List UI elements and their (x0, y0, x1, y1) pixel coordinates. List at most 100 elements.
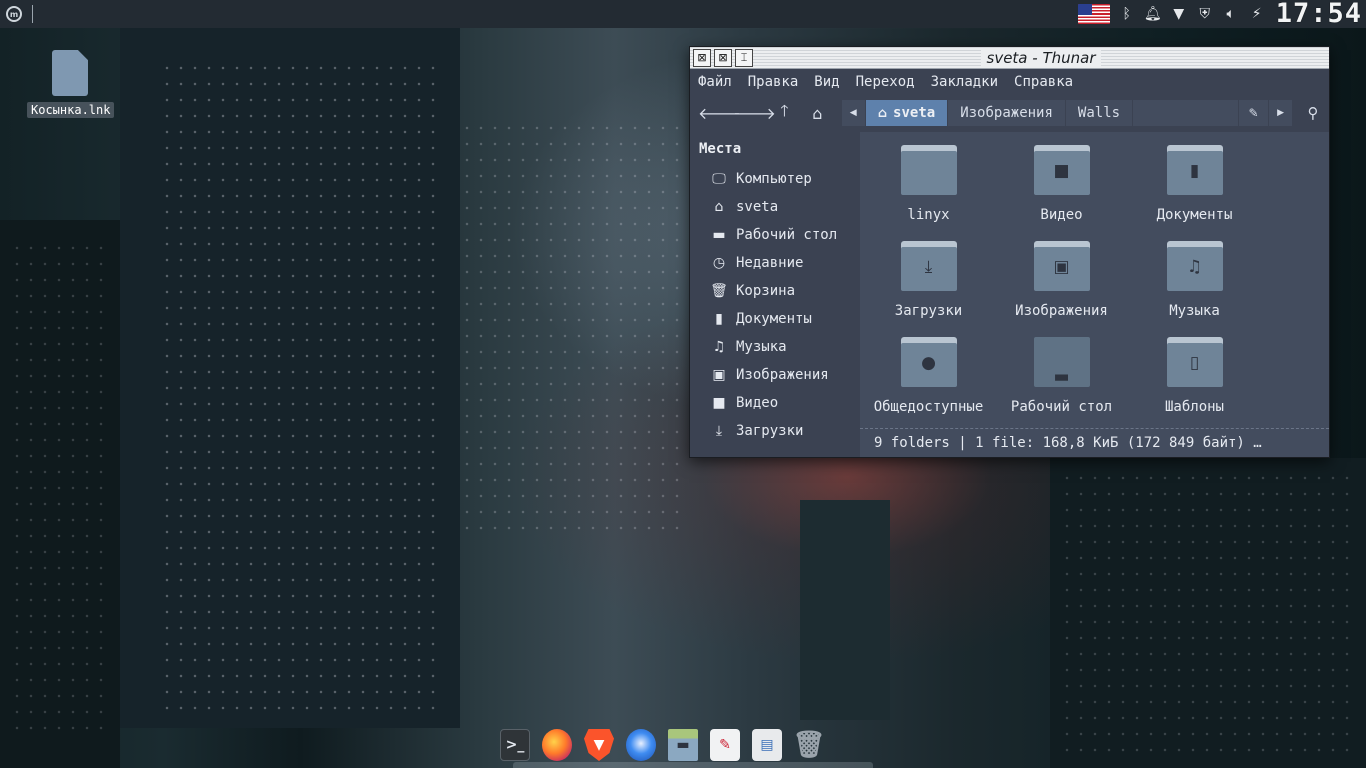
menu-view[interactable]: Вид (814, 74, 839, 90)
shield-icon[interactable]: ⛨ (1196, 6, 1214, 22)
desktop-icon-label: Косынка.lnk (27, 102, 115, 118)
folder-item-public[interactable]: ● Общедоступные (862, 337, 995, 415)
folder-item-templates[interactable]: ▯ Шаблоны (1128, 337, 1261, 415)
folder-item-documents[interactable]: ▮ Документы (1128, 145, 1261, 223)
pathbar-scroll-left-icon[interactable]: ◀ (842, 100, 866, 126)
bluetooth-icon[interactable]: ᛒ (1118, 6, 1136, 22)
sidebar-item-computer[interactable]: 🖵 Компьютер (690, 165, 860, 193)
wallpaper-windows (460, 120, 680, 540)
wallpaper-windows (1060, 470, 1350, 760)
sidebar-item-label: Видео (736, 395, 779, 411)
sidebar-item-label: Недавние (736, 255, 804, 271)
folder-item-pictures[interactable]: ▣ Изображения (995, 241, 1128, 319)
minimize-button[interactable]: ⌶ (735, 48, 753, 67)
wallpaper-windows (160, 60, 440, 720)
trash-icon[interactable]: 🗑︎ (793, 729, 826, 761)
folder-item-music[interactable]: ♫ Музыка (1128, 241, 1261, 319)
sidebar-heading: Места (699, 141, 742, 157)
sidebar-item-downloads[interactable]: ⤓ Загрузки (690, 417, 860, 445)
pathbar-scroll-right-icon[interactable]: ▶ (1269, 100, 1294, 126)
forward-arrow-icon[interactable]: 🡒 (733, 103, 776, 123)
folder-documents-icon: ▮ (1166, 145, 1223, 195)
sidebar-item-trash[interactable]: 🗑︎ Корзина (690, 277, 860, 305)
close-button[interactable]: ⊠ (693, 48, 711, 67)
folder-icon (900, 145, 957, 195)
folder-video-icon: ■ (1033, 145, 1090, 195)
toolbar: 🡐 🡒 🡑 ⌂ ◀ ⌂ sveta Изображения Walls ✎ ▶ ⚲ (690, 95, 1329, 131)
folder-pictures-icon: ▣ (1033, 241, 1090, 291)
folder-label: Загрузки (894, 303, 963, 319)
sidebar-item-documents[interactable]: ▮ Документы (690, 305, 860, 333)
crumb-walls[interactable]: Walls (1066, 100, 1134, 126)
folder-grid: linyx ■ Видео ▮ Документы ⤓ Загрузки ▣ И… (860, 132, 1329, 428)
folder-item-linyx[interactable]: linyx (862, 145, 995, 223)
us-flag-icon[interactable] (1077, 4, 1110, 24)
search-icon[interactable]: ⚲ (1297, 104, 1329, 122)
presentation-icon[interactable]: ▤ (752, 729, 782, 761)
sidebar-item-videos[interactable]: ■ Видео (690, 389, 860, 417)
clock-icon: ◷ (712, 255, 726, 271)
folder-music-icon: ♫ (1166, 241, 1223, 291)
app-menu-button[interactable]: m (6, 6, 22, 22)
edit-location-icon[interactable]: ✎ (1239, 100, 1270, 126)
firefox-icon[interactable] (542, 729, 572, 761)
top-panel: m ᛒ 🔔︎ ▼ ⛨ 🔈︎ ⚡ 17:54 (0, 0, 1366, 28)
wallpaper-building (800, 500, 890, 720)
menu-go[interactable]: Переход (856, 74, 915, 90)
download-icon: ⤓ (715, 423, 723, 439)
folder-item-desktop[interactable]: ▬ Рабочий стол (995, 337, 1128, 415)
menubar: Файл Правка Вид Переход Закладки Справка (690, 69, 1329, 95)
thunderbird-icon[interactable] (626, 729, 656, 761)
sidebar-item-music[interactable]: ♫ Музыка (690, 333, 860, 361)
power-plug-icon[interactable]: ⚡ (1248, 6, 1266, 22)
music-icon: ♫ (712, 339, 726, 355)
menu-file[interactable]: Файл (698, 74, 732, 90)
sidebar-item-label: Изображения (736, 367, 829, 383)
sidebar-item-home[interactable]: ⌂ sveta (690, 193, 860, 221)
desktop-icon-kosynka[interactable]: Косынка.lnk (27, 50, 115, 118)
volume-icon[interactable]: 🔈︎ (1222, 6, 1240, 22)
folder-item-downloads[interactable]: ⤓ Загрузки (862, 241, 995, 319)
sidebar-item-desktop[interactable]: ▬ Рабочий стол (690, 221, 860, 249)
folder-label: Документы (1156, 207, 1233, 223)
folder-label: linyx (907, 207, 950, 223)
window-titlebar[interactable]: ⊠ ⊠ ⌶ sveta - Thunar (690, 47, 1329, 69)
wifi-icon[interactable]: ▼ (1170, 6, 1188, 22)
crumb-label: sveta (893, 105, 936, 121)
folder-desktop-icon: ▬ (1033, 337, 1090, 387)
notification-bell-icon[interactable]: 🔔︎ (1144, 6, 1162, 22)
menu-edit[interactable]: Правка (748, 74, 799, 90)
menu-bookmarks[interactable]: Закладки (931, 74, 998, 90)
computer-icon: 🖵 (712, 171, 726, 187)
sidebar-item-label: Компьютер (736, 171, 812, 187)
up-arrow-icon[interactable]: 🡑 (768, 100, 801, 127)
folder-label: Рабочий стол (1010, 399, 1113, 415)
crumb-images[interactable]: Изображения (948, 100, 1066, 126)
sidebar-item-label: Музыка (736, 339, 787, 355)
clock[interactable]: 17:54 (1276, 0, 1362, 28)
back-arrow-icon[interactable]: 🡐 (698, 103, 741, 123)
text-editor-icon[interactable]: ✎ (710, 729, 740, 761)
folder-label: Шаблоны (1164, 399, 1224, 415)
sidebar-item-recent[interactable]: ◷ Недавние (690, 249, 860, 277)
menu-help[interactable]: Справка (1014, 74, 1073, 90)
terminal-icon[interactable]: >_ (500, 729, 530, 761)
panel-separator (32, 5, 33, 23)
home-icon[interactable]: ⌂ (801, 104, 834, 123)
wallpaper-windows (10, 240, 110, 740)
sidebar-item-pictures[interactable]: ▣ Изображения (690, 361, 860, 389)
folder-item-videos[interactable]: ■ Видео (995, 145, 1128, 223)
folder-templates-icon: ▯ (1166, 337, 1223, 387)
crumb-home[interactable]: ⌂ sveta (865, 100, 949, 126)
image-icon: ▣ (712, 367, 726, 383)
dock: >_ ▼ ▬ ✎ ▤ 🗑︎ (493, 722, 873, 768)
pathbar-spacer (1133, 100, 1240, 126)
document-icon: ▮ (715, 311, 723, 327)
sidebar-item-label: sveta (736, 199, 779, 215)
sidebar: Места 🖵 Компьютер ⌂ sveta ▬ Рабочий стол ◷ Н… (690, 132, 860, 457)
status-bar: 9 folders | 1 file: 168,8 КиБ (172 849 б… (860, 428, 1329, 457)
brave-icon[interactable]: ▼ (584, 729, 614, 761)
thunar-window: ⊠ ⊠ ⌶ sveta - Thunar Файл Правка Вид Пер… (689, 46, 1330, 458)
maximize-button[interactable]: ⊠ (714, 48, 732, 67)
archive-manager-icon[interactable]: ▬ (668, 729, 698, 761)
